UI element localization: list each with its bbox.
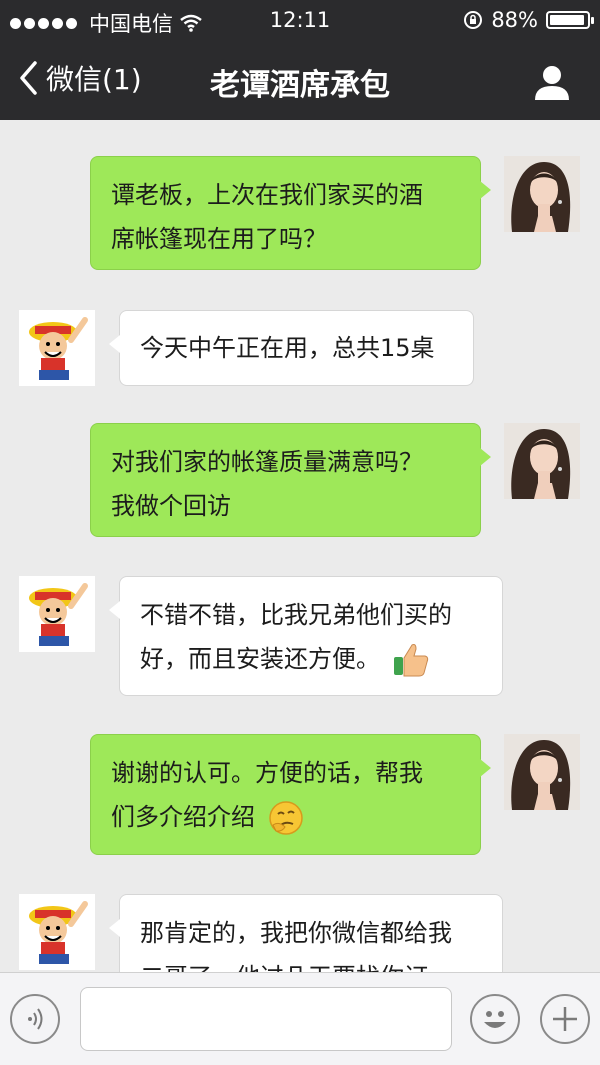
profile-icon[interactable] [532, 62, 572, 102]
outgoing-bubble[interactable]: 对我们家的帐篷质量满意吗？ 我做个回访 [90, 423, 491, 537]
avatar-contact[interactable] [19, 310, 95, 386]
incoming-bubble[interactable]: 那肯定的，我把你微信都给我 二哥了，他过几天要找你订 [109, 894, 503, 972]
thumbs-up-icon [393, 644, 428, 677]
chat-area[interactable]: 谭老板，上次在我们家买的酒 席帐篷现在用了吗？ 今天中午正在用，总共15桌 对我… [0, 120, 600, 972]
incoming-bubble[interactable]: 不错不错，比我兄弟他们买的 好，而且安装还方便。 [109, 576, 503, 696]
message-line: 谭老板，上次在我们家买的酒 [111, 181, 423, 209]
message-line: 那肯定的，我把你微信都给我 [140, 919, 452, 947]
voice-button[interactable] [10, 994, 60, 1044]
nav-bar: 微信(1) 老谭酒席承包 [0, 40, 600, 120]
message-line: 们多介绍介绍 [111, 803, 255, 831]
message-line: 对我们家的帐篷质量满意吗？ [111, 448, 423, 476]
cartoon-pirate-icon [19, 576, 95, 652]
cartoon-pirate-icon [19, 894, 95, 970]
message-line: 谢谢的认可。方便的话，帮我 [111, 759, 423, 787]
status-bar: 中国电信 12:11 88% [0, 0, 600, 40]
avatar-self[interactable] [504, 734, 580, 810]
emoji-icon [484, 1011, 506, 1028]
input-bar [0, 972, 600, 1065]
woman-portrait-icon [504, 423, 580, 499]
message-line: 不错不错，比我兄弟他们买的 [140, 601, 452, 629]
avatar-self[interactable] [504, 156, 580, 232]
rotation-lock-icon [464, 11, 483, 29]
outgoing-bubble[interactable]: 谭老板，上次在我们家买的酒 席帐篷现在用了吗？ [90, 156, 491, 270]
message-line: 今天中午正在用，总共15桌 [140, 334, 435, 362]
message-input[interactable] [80, 987, 452, 1051]
battery-icon [546, 11, 594, 29]
battery-percent: 88% [491, 8, 538, 32]
outgoing-bubble[interactable]: 谢谢的认可。方便的话，帮我 们多介绍介绍 [90, 734, 491, 855]
message-line: 好，而且安装还方便。 [140, 645, 380, 673]
incoming-bubble[interactable]: 今天中午正在用，总共15桌 [109, 310, 474, 386]
woman-portrait-icon [504, 156, 580, 232]
page-title: 老谭酒席承包 [210, 68, 390, 103]
avatar-contact[interactable] [19, 894, 95, 970]
message-line: 二哥了，他过几天要找你订 [140, 955, 482, 972]
cartoon-pirate-icon [19, 310, 95, 386]
message-line: 我做个回访 [111, 492, 231, 520]
thinking-face-icon [268, 801, 303, 835]
plus-icon [553, 1007, 577, 1031]
avatar-self[interactable] [504, 423, 580, 499]
woman-portrait-icon [504, 734, 580, 810]
message-line: 席帐篷现在用了吗？ [111, 225, 327, 253]
voice-icon [28, 1008, 43, 1030]
avatar-contact[interactable] [19, 576, 95, 652]
emoji-button[interactable] [470, 994, 520, 1044]
plus-button[interactable] [540, 994, 590, 1044]
battery-group: 88% [463, 8, 594, 32]
